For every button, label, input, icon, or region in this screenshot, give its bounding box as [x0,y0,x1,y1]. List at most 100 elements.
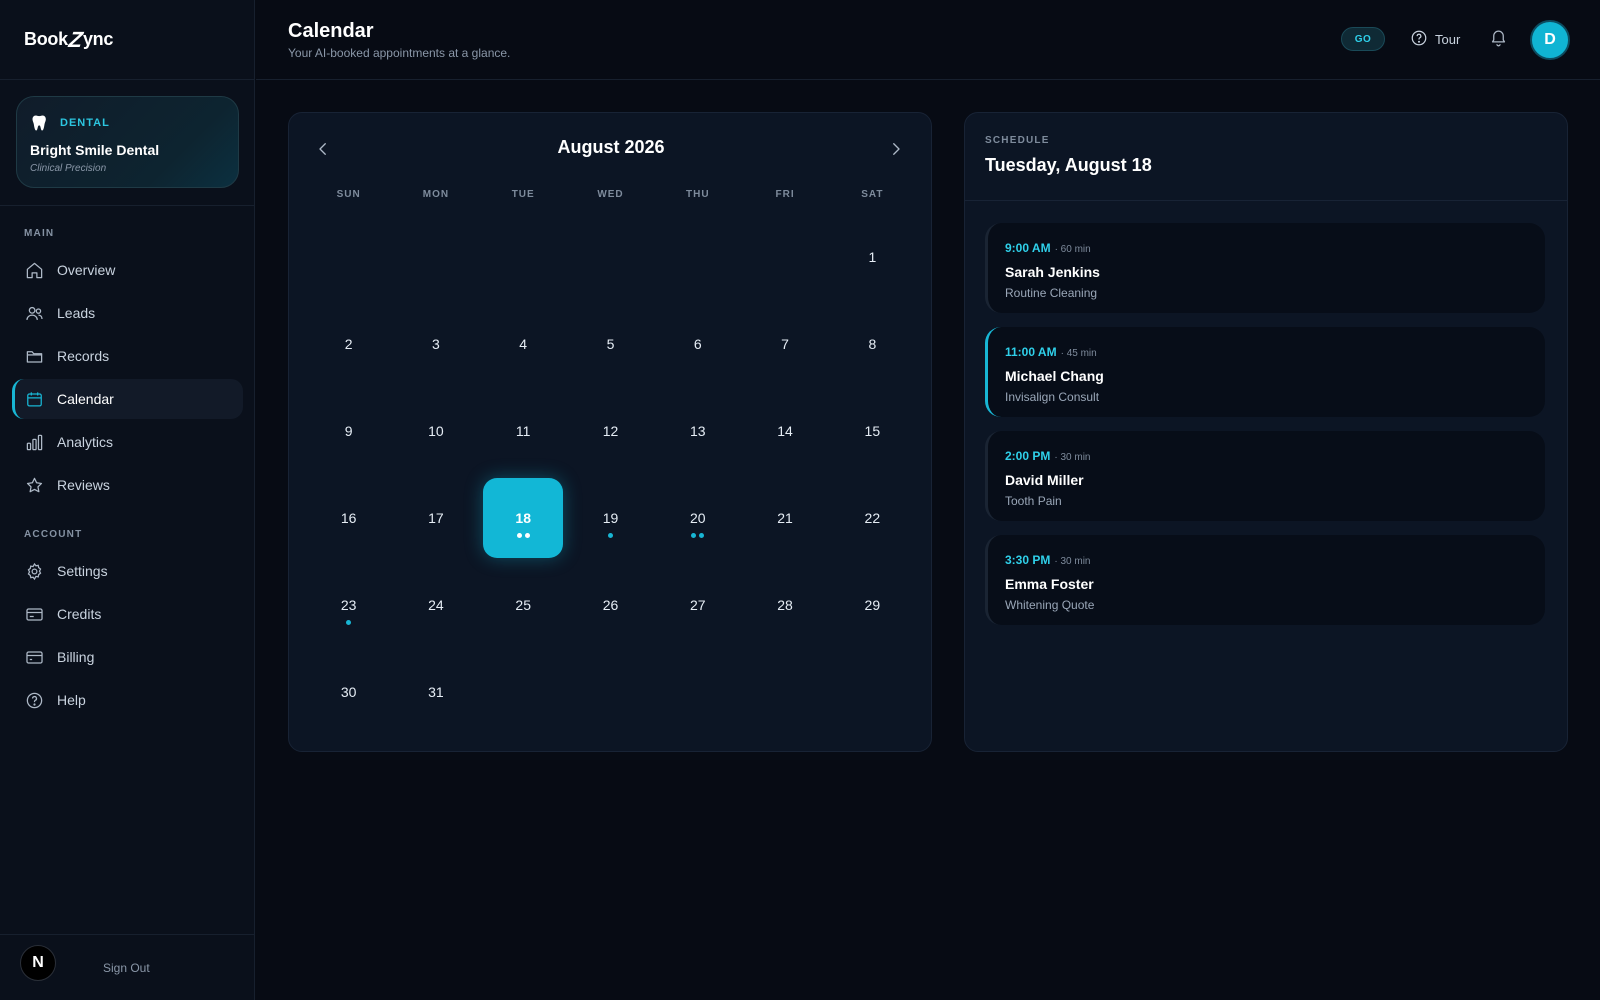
calendar-day[interactable]: 6 [654,300,741,387]
sidebar-item-analytics[interactable]: Analytics [12,422,243,462]
calendar-day[interactable]: 12 [567,387,654,474]
top-header: Calendar Your AI-booked appointments at … [256,0,1600,80]
star-icon [24,475,44,495]
day-number: 6 [693,335,702,352]
calendar-day[interactable]: 21 [741,474,828,561]
calendar-day[interactable]: 11 [480,387,567,474]
appointment-card[interactable]: 3:30 PM · 30 min Emma Foster Whitening Qu… [985,535,1545,625]
tour-button[interactable]: Tour [1410,29,1460,49]
appointment-type: Invisalign Consult [1005,390,1100,404]
tour-label: Tour [1435,31,1461,47]
weekday-label: FRI [775,189,795,200]
weekday-header-row: SUN MON TUE WED THU FRI SAT [305,189,916,200]
sidebar-item-records[interactable]: Records [12,336,243,376]
calendar-day-selected[interactable]: 18 [480,474,567,561]
weekday-label: SUN [336,189,361,200]
calendar-day[interactable]: 8 [829,300,916,387]
calendar-day[interactable]: 17 [392,474,479,561]
calendar-day[interactable]: 22 [829,474,916,561]
calendar-day[interactable]: 31 [392,648,479,735]
patient-name: David Miller [1005,472,1084,488]
appointment-dot [516,533,522,539]
weekday-label: THU [685,189,710,200]
calendar-day[interactable]: 15 [829,387,916,474]
bell-icon[interactable] [1489,28,1509,48]
calendar-day[interactable]: 23 [305,561,392,648]
appointment-time: 2:00 PM [1005,449,1051,463]
day-number: 11 [515,422,531,439]
calendar-day[interactable]: 10 [392,387,479,474]
day-number: 15 [864,422,881,439]
calendar-empty-cell [567,213,654,300]
user-avatar[interactable]: D [1530,20,1570,60]
calendar-card: August 2026 SUN MON TUE WED THU FRI SAT 123456… [288,112,932,752]
calendar-day[interactable]: 9 [305,387,392,474]
appointment-dot [607,533,613,539]
calendar-day[interactable]: 7 [741,300,828,387]
sidebar-footer: N Sign Out [0,934,255,1000]
calendar-day[interactable]: 20 [654,474,741,561]
calendar-day[interactable]: 3 [392,300,479,387]
calendar-day[interactable]: 16 [305,474,392,561]
go-button[interactable]: GO [1341,27,1385,51]
calendar-day[interactable]: 25 [480,561,567,648]
schedule-date: Tuesday, August 18 [985,155,1152,175]
schedule-card: SCHEDULE Tuesday, August 18 9:00 AM · 60 … [964,112,1568,752]
calendar-day[interactable]: 5 [567,300,654,387]
appointment-dot [524,533,530,539]
day-number: 8 [868,335,877,352]
sidebar-item-reviews[interactable]: Reviews [12,465,243,505]
sidebar-item-help[interactable]: Help [12,680,243,720]
appointment-duration: · 60 min [1054,244,1091,255]
calendar-day[interactable]: 2 [305,300,392,387]
workspace-badge[interactable]: N [20,945,56,981]
calendar-day[interactable]: 14 [741,387,828,474]
patient-name: Emma Foster [1005,576,1094,592]
sidebar-item-leads[interactable]: Leads [12,293,243,333]
appointment-card[interactable]: 2:00 PM · 30 min David Miller Tooth Pain [985,431,1545,521]
appointment-card[interactable]: 9:00 AM · 60 min Sarah Jenkins Routine Cl… [985,223,1545,313]
sidebar-item-settings[interactable]: Settings [12,551,243,591]
day-number: 30 [340,683,357,700]
sidebar-item-overview[interactable]: Overview [12,250,243,290]
section-label-main: MAIN [24,228,55,239]
appointment-duration: · 30 min [1054,452,1091,463]
clinic-card[interactable]: DENTAL Bright Smile Dental Clinical Prec… [16,96,239,188]
calendar-day[interactable]: 13 [654,387,741,474]
help-circle-icon [24,690,44,710]
day-number: 16 [340,509,357,526]
sidebar-item-calendar[interactable]: Calendar [12,379,243,419]
calendar-day[interactable]: 4 [480,300,567,387]
day-number: 13 [689,422,706,439]
appointment-time: 3:30 PM [1005,553,1051,567]
clinic-category-tag: DENTAL [60,117,110,129]
appointment-card[interactable]: 11:00 AM · 45 min Michael Chang Invisalig… [985,327,1545,417]
calendar-day[interactable]: 26 [567,561,654,648]
calendar-day[interactable]: 30 [305,648,392,735]
day-number: 17 [428,509,444,526]
day-number: 1 [868,248,877,265]
appointment-dot [691,533,697,539]
day-number: 7 [781,335,789,352]
day-number: 5 [606,335,615,352]
brand-logo[interactable]: Book Zync [24,27,113,53]
day-number: 10 [428,422,444,439]
schedule-header: SCHEDULE Tuesday, August 18 [965,113,1567,201]
brand-name-prefix: Book [24,29,68,49]
calendar-day[interactable]: 29 [829,561,916,648]
sidebar-item-credits[interactable]: Credits [12,594,243,634]
day-number: 18 [515,509,531,526]
page-title: Calendar [288,20,374,42]
calendar-day[interactable]: 19 [567,474,654,561]
sidebar-item-label: Reviews [57,477,110,493]
next-month-button[interactable] [884,139,908,163]
appointment-type: Whitening Quote [1005,598,1095,612]
calendar-day[interactable]: 27 [654,561,741,648]
sidebar-item-billing[interactable]: Billing [12,637,243,677]
calendar-day[interactable]: 24 [392,561,479,648]
appointment-indicator [654,533,741,539]
calendar-day[interactable]: 28 [741,561,828,648]
sign-out-link[interactable]: Sign Out [103,961,150,975]
calendar-day[interactable]: 1 [829,213,916,300]
weekday-label: SAT [861,189,884,200]
